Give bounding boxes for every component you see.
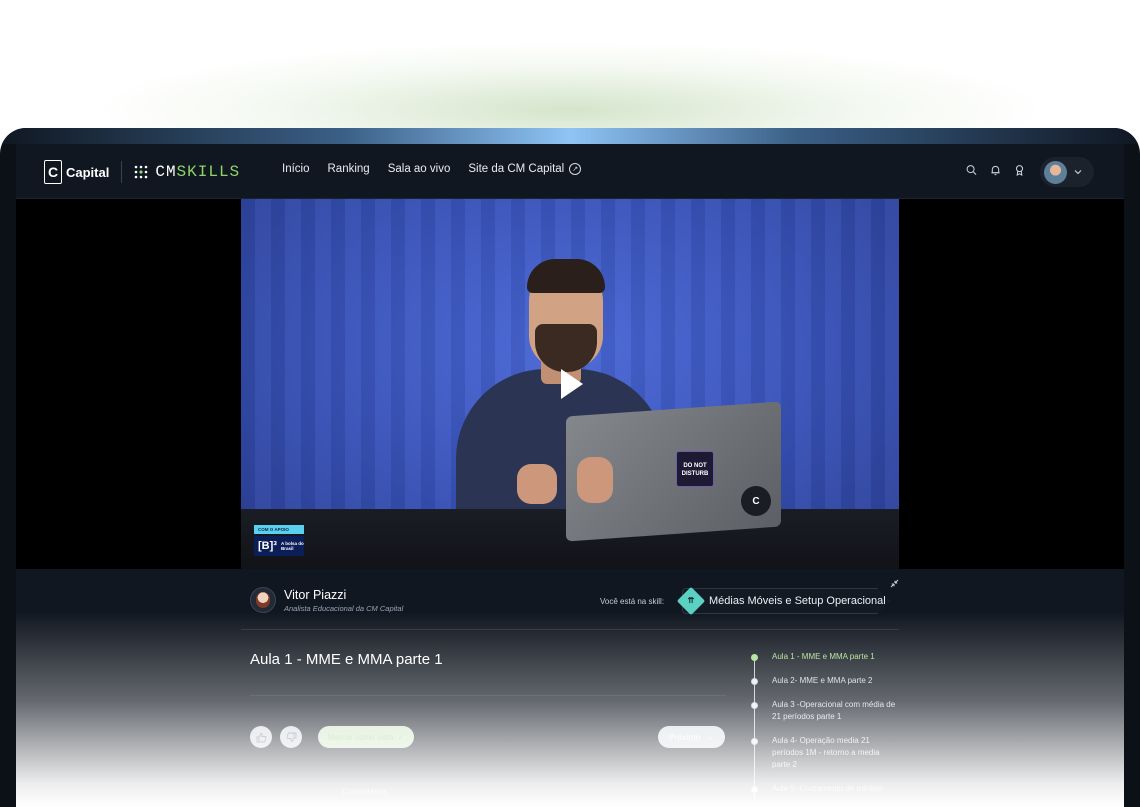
nav-link-inicio[interactable]: Início <box>282 163 310 175</box>
cmskills-logo[interactable]: CMSKILLS <box>133 163 240 181</box>
b3-logo-text: A bolsa do Brasil <box>280 541 304 551</box>
mark-complete-label: Marcar como visto <box>328 732 394 742</box>
check-icon: ✓ <box>397 732 405 742</box>
sponsor-badge: COM O APOIO [B]³ A bolsa do Brasil <box>254 525 304 556</box>
instructor-name: Vitor Piazzi <box>284 587 347 602</box>
video-player[interactable]: DO NOT DISTURB C COM O APOIO [B]³ A bols… <box>241 199 899 569</box>
nav-link-sala-ao-vivo[interactable]: Sala ao vivo <box>388 163 451 175</box>
timeline-dot <box>751 678 758 685</box>
mark-complete-button[interactable]: Marcar como visto ✓ <box>318 726 415 748</box>
timeline-item-label: Aula 4- Operação media 21 períodos 1M - … <box>772 736 880 769</box>
arrow-right-icon: → <box>705 732 714 742</box>
nav-links: Início Ranking Sala ao vivo Site da CM C… <box>282 163 582 175</box>
title-divider <box>250 695 726 696</box>
laptop-logo-sticker: C <box>741 486 771 516</box>
nav-link-ranking[interactable]: Ranking <box>328 163 370 175</box>
laptop-sticker: DO NOT DISTURB <box>676 451 714 487</box>
capital-logo-icon: C <box>44 160 62 184</box>
timeline-item-label: Aula 3 -Operacional com média de 21 perí… <box>772 700 896 721</box>
video-band: DO NOT DISTURB C COM O APOIO [B]³ A bols… <box>16 199 1124 569</box>
current-skill-pill[interactable]: Médias Móveis e Setup Operacional <box>682 588 890 614</box>
device-rim <box>0 128 1140 144</box>
thumbs-down-icon <box>286 732 296 742</box>
cmskills-prefix: CM <box>155 163 177 181</box>
next-lesson-button[interactable]: Próximo → <box>658 726 725 748</box>
cmskills-suffix: SKILLS <box>176 163 241 181</box>
cm-capital-logo[interactable]: C Capital <box>44 160 109 184</box>
nav-link-site-cm-capital[interactable]: Site da CM Capital ↗ <box>468 163 582 175</box>
lesson-content: Vitor Piazzi Analista Educacional da CM … <box>16 569 1124 807</box>
user-avatar <box>1044 160 1067 184</box>
chevron-down-icon <box>1074 170 1082 175</box>
next-lesson-label: Próximo <box>669 732 701 742</box>
timeline-item[interactable]: Aula 3 -Operacional com média de 21 perí… <box>748 699 898 723</box>
comments-label: Comentários <box>342 787 388 796</box>
cmskills-logo-text: CMSKILLS <box>155 163 240 181</box>
timeline-dot <box>751 786 758 793</box>
b3-logo-mark: [B]³ <box>258 540 277 552</box>
timeline-item[interactable]: Aula 5- Cruzamento de médias <box>748 783 898 795</box>
presenter-hair <box>527 259 605 293</box>
instructor-avatar <box>250 587 276 613</box>
device-frame: C Capital CMSKILLS Início Ranking Sala a… <box>0 128 1140 807</box>
instructor-role: Analista Educacional da CM Capital <box>284 603 404 613</box>
brand[interactable]: C Capital CMSKILLS <box>44 158 240 186</box>
timeline-dot <box>751 654 758 661</box>
current-skill-name: Médias Móveis e Setup Operacional <box>709 595 886 607</box>
content-divider <box>241 629 899 630</box>
timeline-dot <box>751 702 758 709</box>
nav-link-site-label: Site da CM Capital <box>468 163 565 175</box>
presenter-hand-right <box>577 457 613 503</box>
capital-logo-text: Capital <box>66 164 110 180</box>
external-link-icon: ↗ <box>569 163 582 175</box>
lesson-title: Aula 1 - MME e MMA parte 1 <box>250 651 443 668</box>
skill-label: Você está na skill: <box>600 597 665 606</box>
nav-actions <box>966 164 1025 176</box>
presenter-hand-left <box>517 464 557 504</box>
play-icon[interactable] <box>561 369 583 399</box>
timeline-item-label: Aula 2- MME e MMA parte 2 <box>772 676 873 685</box>
timeline-item-label: Aula 5- Cruzamento de médias <box>772 784 883 793</box>
timeline-item[interactable]: Aula 2- MME e MMA parte 2 <box>748 675 898 687</box>
like-button[interactable] <box>250 726 272 748</box>
top-nav: C Capital CMSKILLS Início Ranking Sala a… <box>16 144 1124 199</box>
timeline-item-label: Aula 1 - MME e MMA parte 1 <box>772 652 875 661</box>
instructor-face <box>256 592 270 608</box>
timeline-item[interactable]: Aula 1 - MME e MMA parte 1 <box>748 651 898 663</box>
thumbs-up-icon <box>256 732 266 742</box>
dislike-button[interactable] <box>280 726 302 748</box>
lesson-actions: Marcar como visto ✓ <box>250 726 415 748</box>
timeline-dot <box>751 738 758 745</box>
sponsor-badge-label: COM O APOIO <box>254 525 304 534</box>
user-menu[interactable] <box>1040 157 1094 187</box>
search-icon[interactable] <box>966 164 977 176</box>
skill-badge-glyph: ⇈ <box>687 596 695 605</box>
brand-divider <box>121 161 123 183</box>
timeline-item[interactable]: Aula 4- Operação media 21 períodos 1M - … <box>748 735 898 771</box>
b3-logo: [B]³ A bolsa do Brasil <box>254 536 304 556</box>
lesson-timeline: Aula 1 - MME e MMA parte 1 Aula 2- MME e… <box>748 651 908 807</box>
award-icon[interactable] <box>1014 164 1025 176</box>
cmskills-grid-icon <box>135 165 148 179</box>
instructor-text: Vitor Piazzi Analista Educacional da CM … <box>284 588 403 613</box>
bottom-fade-overlay <box>16 569 1124 807</box>
app-screen: C Capital CMSKILLS Início Ranking Sala a… <box>16 144 1124 807</box>
collapse-icon[interactable] <box>890 579 899 588</box>
instructor-info: Vitor Piazzi Analista Educacional da CM … <box>250 587 403 613</box>
bell-icon[interactable] <box>990 164 1001 176</box>
